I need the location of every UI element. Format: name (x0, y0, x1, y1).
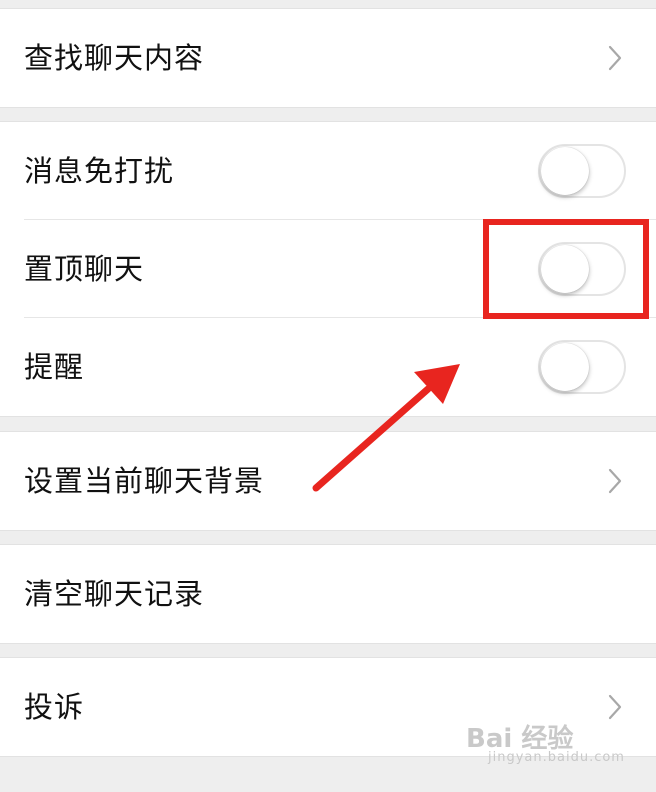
mute-label: 消息免打扰 (24, 153, 175, 188)
background-group: 设置当前聊天背景 (0, 431, 656, 531)
search-chat-label: 查找聊天内容 (24, 40, 205, 75)
toggle-knob (541, 147, 589, 195)
mute-toggle[interactable] (538, 144, 626, 198)
clear-history-row[interactable]: 清空聊天记录 (0, 545, 656, 643)
pin-chat-label: 置顶聊天 (24, 251, 145, 286)
clear-history-label: 清空聊天记录 (24, 576, 205, 611)
highlight-box-annotation (483, 219, 649, 319)
search-group: 查找聊天内容 (0, 8, 656, 108)
chat-background-label: 设置当前聊天背景 (24, 463, 265, 498)
watermark-url: jingyan.baidu.com (488, 750, 625, 765)
chevron-right-icon (608, 45, 622, 71)
chevron-right-icon (608, 694, 622, 720)
chevron-right-icon (608, 468, 622, 494)
remind-label: 提醒 (24, 349, 85, 384)
clear-group: 清空聊天记录 (0, 544, 656, 644)
chat-background-row[interactable]: 设置当前聊天背景 (0, 432, 656, 530)
remind-row: 提醒 (0, 318, 656, 416)
toggle-knob (541, 343, 589, 391)
report-label: 投诉 (24, 689, 85, 724)
remind-toggle[interactable] (538, 340, 626, 394)
baidu-watermark: Bai 经验 jingyan.baidu.com (466, 718, 624, 768)
mute-row: 消息免打扰 (0, 122, 656, 220)
search-chat-row[interactable]: 查找聊天内容 (0, 9, 656, 107)
